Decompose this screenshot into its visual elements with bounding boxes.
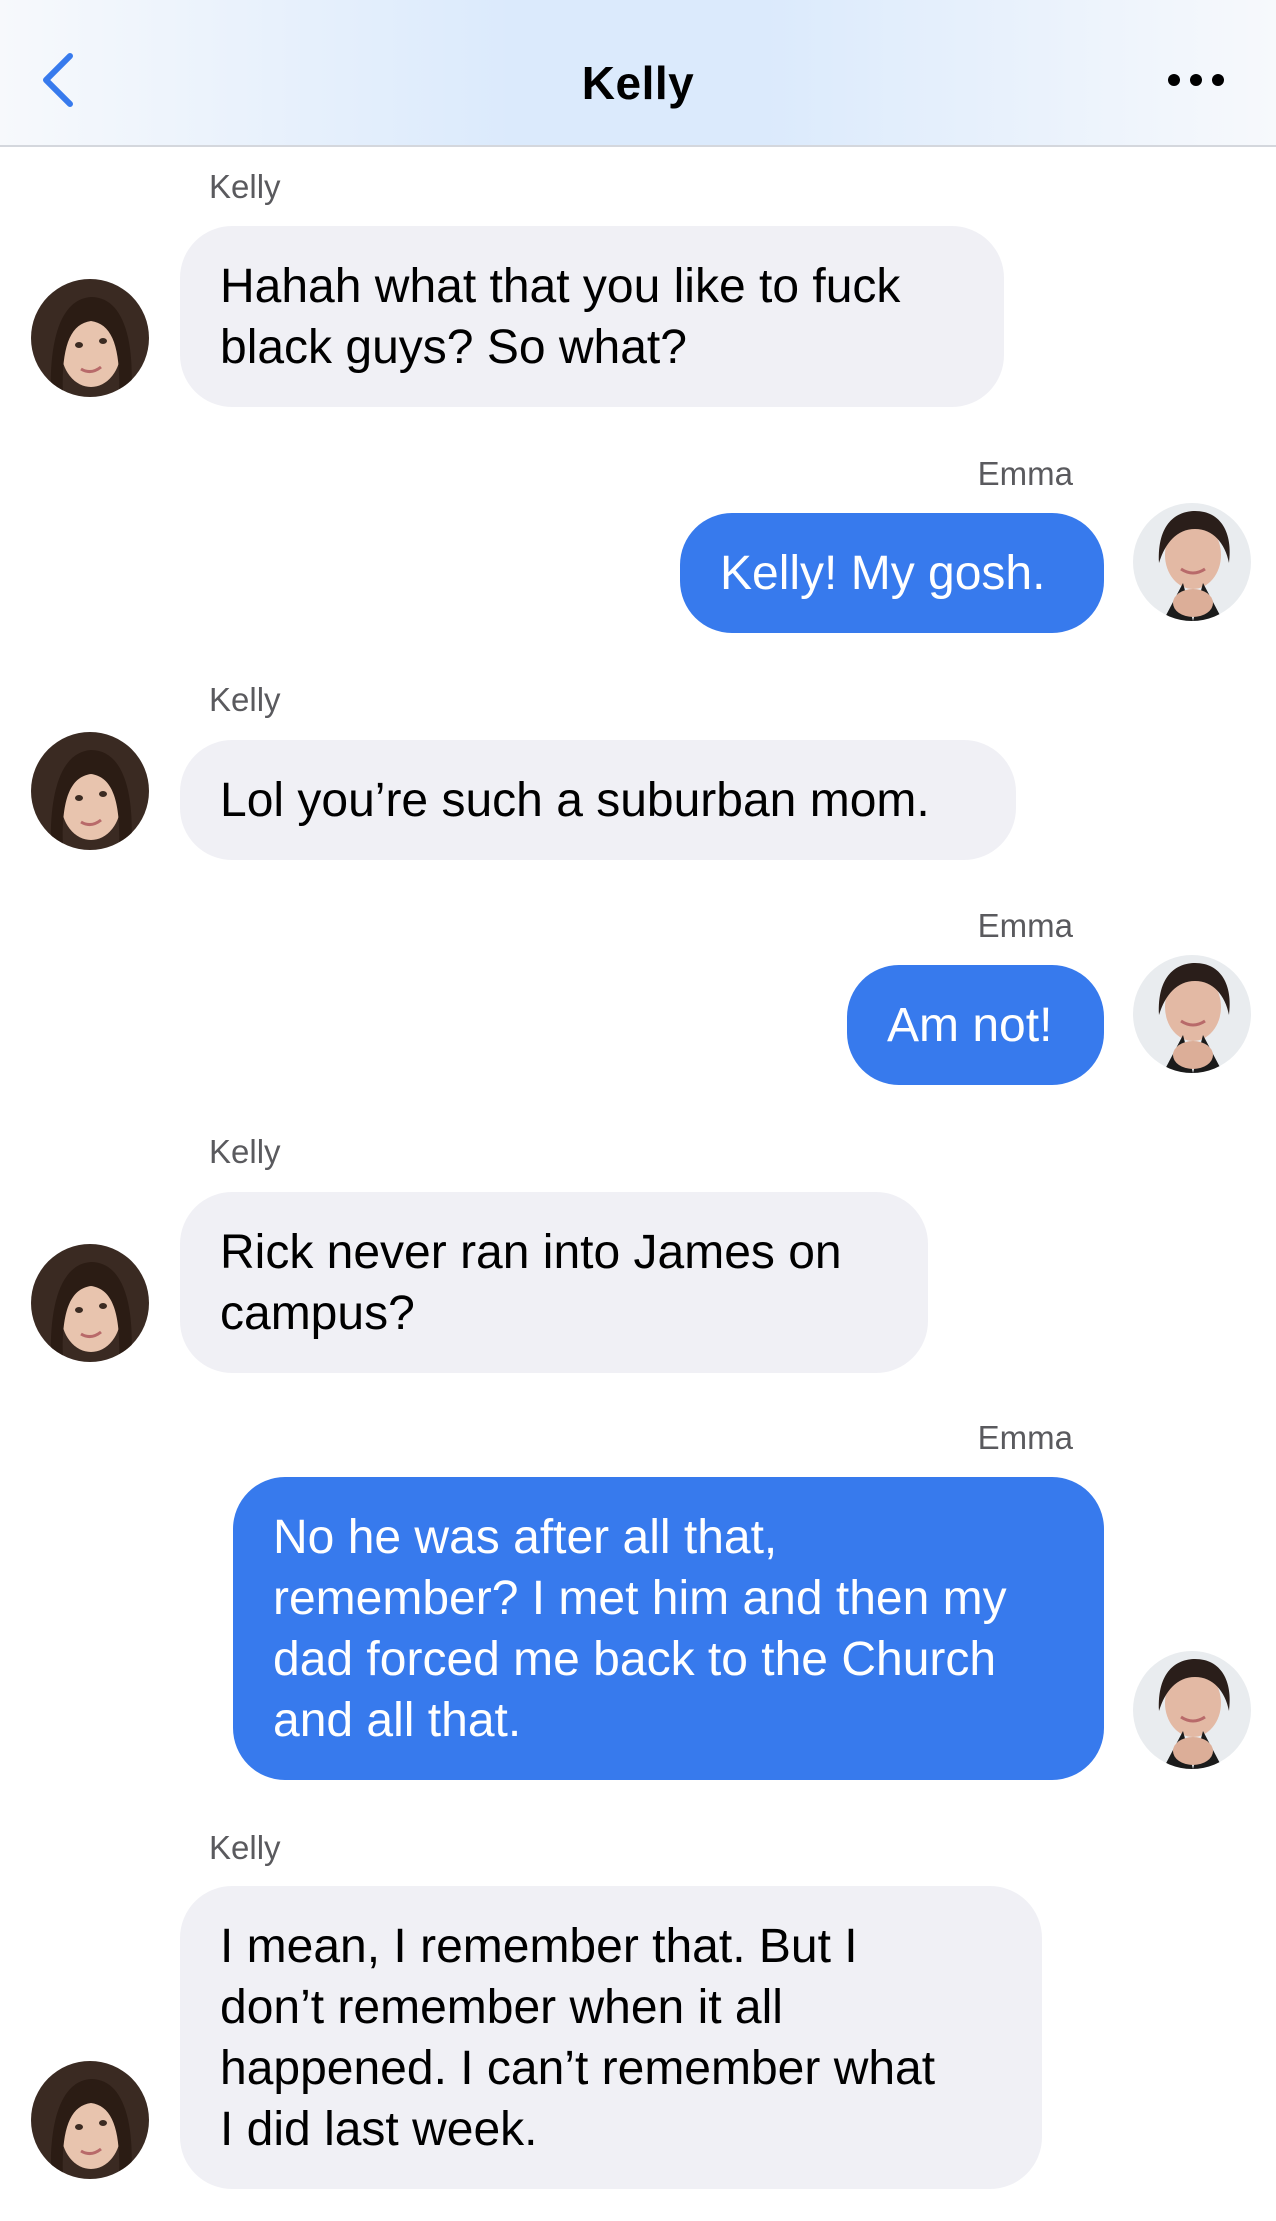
- more-options-button[interactable]: [1156, 60, 1236, 100]
- kelly-avatar[interactable]: [31, 1244, 149, 1362]
- message-text: Lol you’re such a suburban mom.: [220, 773, 930, 827]
- kelly-avatar[interactable]: [31, 732, 149, 850]
- sender-name: Kelly: [209, 168, 281, 205]
- sender-name: Emma: [977, 907, 1073, 944]
- message-text: Rick never ran into James on campus?: [220, 1225, 842, 1340]
- nav-header: Kelly: [0, 0, 1276, 147]
- message-text: I mean, I remember that. But I don’t rem…: [220, 1919, 936, 2156]
- sender-name: Emma: [977, 1419, 1073, 1456]
- emma-avatar[interactable]: [1133, 503, 1251, 621]
- message-text: Am not!: [887, 998, 1053, 1052]
- message-bubble-incoming[interactable]: Rick never ran into James on campus?: [180, 1192, 928, 1373]
- message-bubble-outgoing[interactable]: Am not!: [847, 965, 1104, 1085]
- kelly-avatar[interactable]: [31, 279, 149, 397]
- message-bubble-outgoing[interactable]: Kelly! My gosh.: [680, 513, 1104, 633]
- sender-name: Kelly: [209, 1133, 281, 1170]
- more-horizontal-icon: [1156, 74, 1236, 104]
- message-text: Kelly! My gosh.: [720, 546, 1046, 600]
- kelly-avatar[interactable]: [31, 2061, 149, 2179]
- sender-name: Kelly: [209, 681, 281, 718]
- message-bubble-outgoing[interactable]: No he was after all that, remember? I me…: [233, 1477, 1104, 1780]
- emma-avatar[interactable]: [1133, 1651, 1251, 1769]
- message-bubble-incoming[interactable]: Lol you’re such a suburban mom.: [180, 740, 1016, 860]
- message-text: Hahah what that you like to fuck black g…: [220, 259, 901, 374]
- message-bubble-incoming[interactable]: I mean, I remember that. But I don’t rem…: [180, 1886, 1042, 2189]
- emma-avatar[interactable]: [1133, 955, 1251, 1073]
- conversation-title: Kelly: [581, 57, 695, 109]
- sender-name: Kelly: [209, 1829, 281, 1866]
- message-text: No he was after all that, remember? I me…: [273, 1510, 1007, 1747]
- message-bubble-incoming[interactable]: Hahah what that you like to fuck black g…: [180, 226, 1004, 407]
- sender-name: Emma: [977, 455, 1073, 492]
